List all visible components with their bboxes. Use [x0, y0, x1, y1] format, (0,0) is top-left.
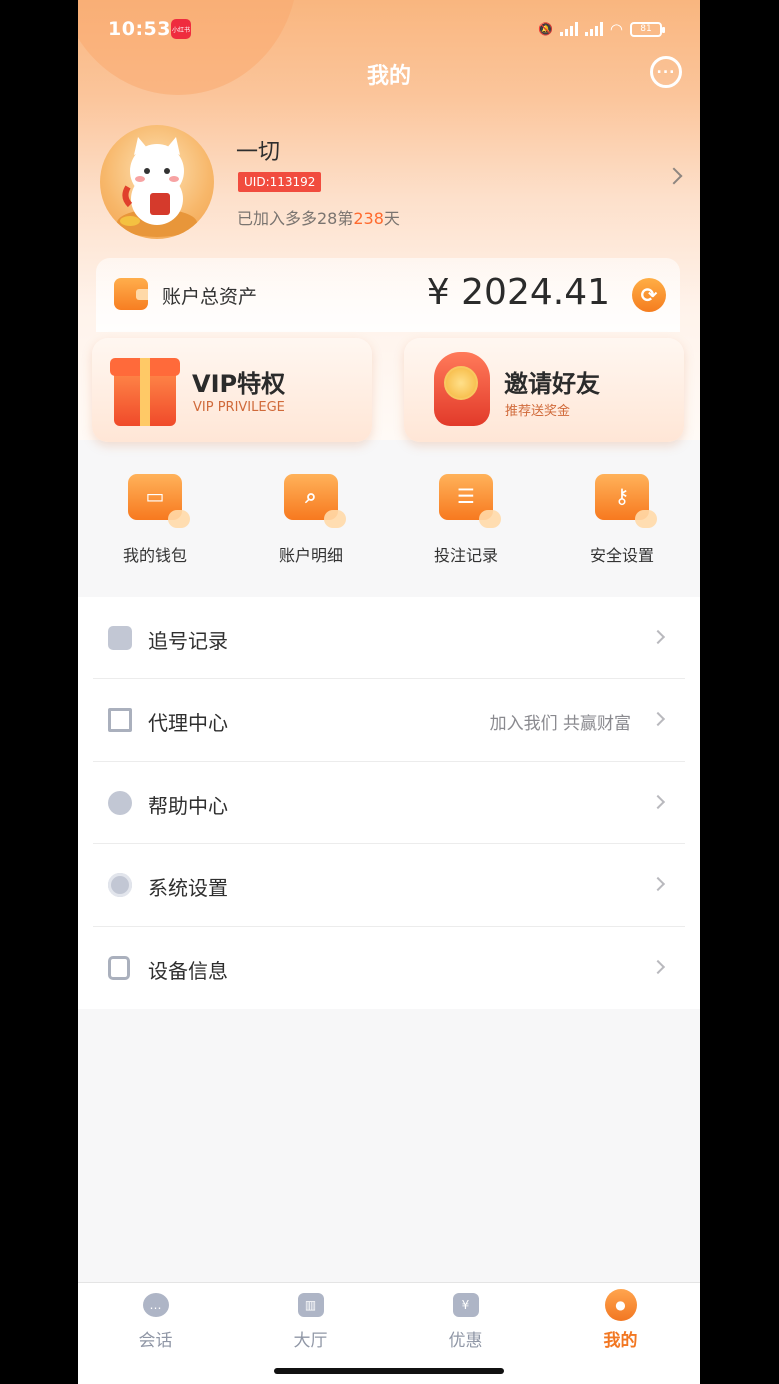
wallet-icon	[114, 278, 148, 310]
menu-item-label: 追号记录	[148, 629, 228, 653]
tab-label: 优惠	[448, 1331, 483, 1351]
key-icon: ⚷	[595, 474, 657, 528]
page-title: 我的	[366, 64, 411, 89]
ticket-icon: ☰	[439, 474, 501, 528]
asset-card[interactable]: 账户总资产 ¥ 2024.41 ⟳	[96, 258, 680, 332]
tab-hall[interactable]: ▥ 大厅	[233, 1293, 388, 1351]
menu-item-chase-records[interactable]: 追号记录	[93, 597, 685, 680]
tablet-icon	[108, 955, 130, 980]
tab-chat[interactable]: … 会话	[78, 1293, 233, 1351]
gift-box-icon	[110, 358, 180, 426]
asset-value: ¥ 2024.41	[426, 272, 610, 313]
magnifier-icon: ⌕	[284, 474, 346, 528]
account-detail-button[interactable]: ⌕ 账户明细	[251, 474, 371, 566]
vip-privilege-card[interactable]: VIP特权 VIP PRIVILEGE	[92, 338, 372, 442]
quick-action-label: 账户明细	[278, 546, 343, 565]
vip-subtitle: VIP PRIVILEGE	[193, 400, 285, 415]
joined-info: 已加入多多28第238天	[237, 205, 400, 229]
security-settings-button[interactable]: ⚷ 安全设置	[562, 474, 682, 566]
chat-bubble-icon: ...	[656, 61, 676, 77]
uid-badge: UID:113192	[238, 172, 322, 192]
chevron-right-icon	[650, 629, 666, 645]
message-button[interactable]: ...	[650, 56, 682, 88]
chevron-right-icon	[650, 877, 666, 892]
asset-label: 账户总资产	[162, 286, 258, 308]
username: 一切	[236, 140, 281, 165]
gear-icon	[108, 873, 132, 898]
menu-item-system-settings[interactable]: 系统设置	[93, 844, 685, 927]
quick-action-label: 安全设置	[589, 546, 654, 565]
bank-icon: ▥	[297, 1293, 324, 1317]
signal-icon	[584, 22, 603, 36]
invite-title: 邀请好友	[504, 370, 600, 398]
chevron-right-icon	[650, 959, 666, 974]
status-time: 10:53	[108, 18, 171, 40]
chevron-right-icon	[650, 712, 666, 727]
yen-ticket-icon: ¥	[452, 1293, 479, 1317]
avatar[interactable]	[100, 125, 214, 239]
tab-label: 大厅	[293, 1331, 328, 1351]
menu-item-label: 系统设置	[148, 876, 228, 901]
quick-action-label: 投注记录	[433, 546, 498, 565]
menu-item-label: 帮助中心	[148, 793, 228, 818]
joined-prefix: 已加入多多28第	[237, 209, 354, 228]
clipboard-icon	[108, 626, 132, 650]
lucky-cat-icon	[117, 137, 197, 237]
question-icon	[108, 790, 132, 815]
menu-item-label: 设备信息	[148, 958, 228, 983]
battery-icon: 81	[630, 21, 665, 37]
invite-subtitle: 推荐送奖金	[505, 404, 571, 419]
menu-list: 追号记录 代理中心 加入我们 共赢财富 帮助中心 系统设置 设备信息	[78, 597, 700, 1009]
menu-item-label: 代理中心	[148, 711, 228, 736]
my-wallet-button[interactable]: ▭ 我的钱包	[95, 474, 215, 566]
joined-suffix: 天	[383, 209, 400, 228]
system-icons: 🔕 ◠ 81	[537, 14, 665, 44]
invite-friends-card[interactable]: 邀请好友 推荐送奖金	[404, 338, 684, 442]
chevron-right-icon	[650, 794, 666, 809]
menu-item-device-info[interactable]: 设备信息	[93, 927, 685, 1009]
quick-action-label: 我的钱包	[122, 546, 187, 565]
qr-code-icon	[108, 708, 132, 733]
user-icon: ●	[604, 1289, 637, 1321]
mute-icon: 🔕	[537, 22, 553, 36]
tab-label: 我的	[603, 1331, 638, 1351]
home-indicator	[274, 1368, 504, 1374]
refresh-icon[interactable]: ⟳	[632, 278, 666, 312]
wallet-icon: ▭	[128, 474, 190, 528]
menu-item-help-center[interactable]: 帮助中心	[93, 762, 685, 845]
tab-promotions[interactable]: ¥ 优惠	[388, 1293, 543, 1351]
redbook-app-icon: 小红书	[171, 19, 191, 39]
bet-records-button[interactable]: ☰ 投注记录	[406, 474, 526, 566]
signal-icon	[559, 22, 578, 36]
vip-title: VIP特权	[192, 370, 286, 398]
wifi-icon: ◠	[609, 20, 623, 38]
joined-days: 238	[353, 209, 384, 228]
phone-screen: 10:53 小红书 🔕 ◠ 81 我的 ... 一切 UID:113192 已加…	[78, 0, 700, 1384]
menu-item-agent-center[interactable]: 代理中心 加入我们 共赢财富	[93, 679, 685, 762]
chat-bubble-icon: …	[142, 1293, 169, 1317]
coin-icon	[444, 366, 478, 400]
menu-item-hint: 加入我们 共赢财富	[489, 714, 631, 735]
tab-label: 会话	[138, 1331, 173, 1351]
tab-me[interactable]: ● 我的	[543, 1289, 698, 1351]
